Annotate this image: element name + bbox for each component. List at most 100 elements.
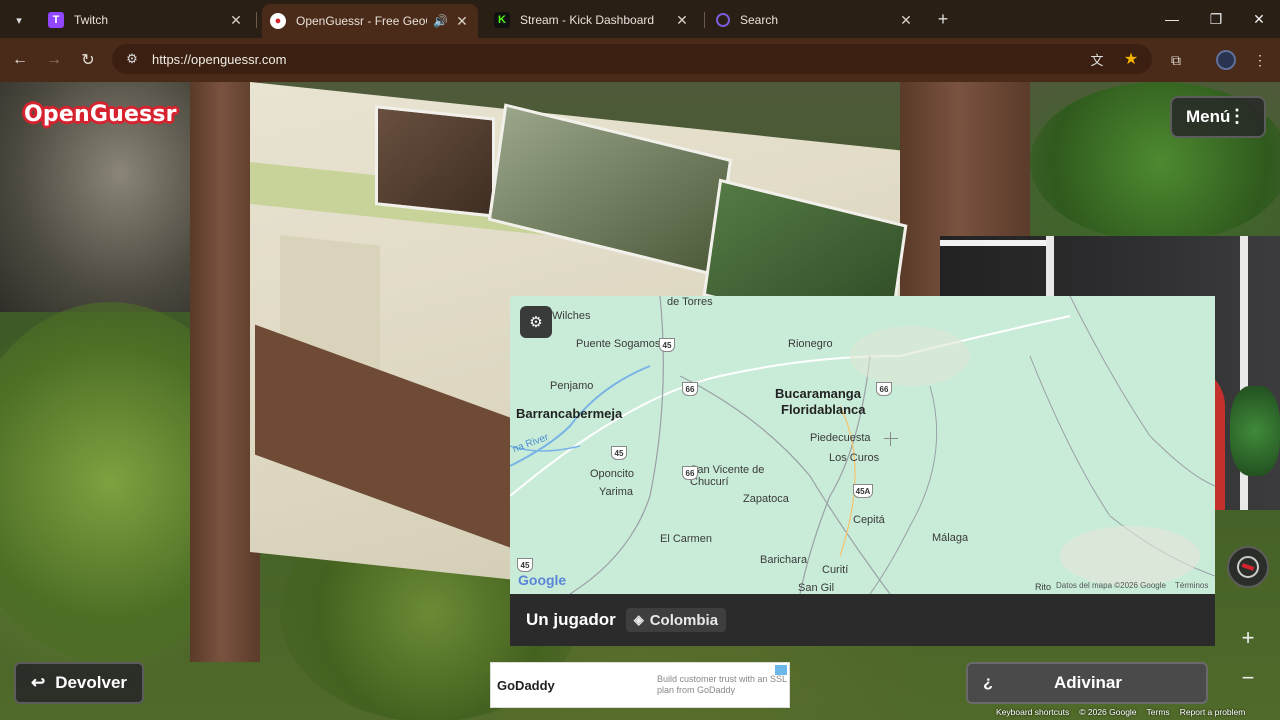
openguessr-logo[interactable]: OpenGuessr (24, 102, 177, 127)
close-tab-icon[interactable]: ✕ (228, 12, 244, 29)
return-arrow-icon: ↩ (30, 673, 46, 692)
map-label: Barichara (760, 554, 808, 566)
map-label: Wilches (552, 310, 591, 322)
back-icon[interactable]: ← (8, 48, 32, 72)
ad-brand: GoDaddy (497, 677, 555, 693)
kick-icon: K (494, 12, 510, 28)
report-problem-link[interactable]: Report a problem (1180, 707, 1246, 717)
country-label: Colombia (649, 611, 719, 629)
map-label: Barrancabermeja (516, 406, 623, 421)
map-crosshair-icon (884, 432, 898, 446)
board-photo (487, 103, 733, 277)
forward-icon[interactable]: → (42, 48, 66, 72)
tab-separator (256, 12, 257, 28)
keyboard-shortcuts-link[interactable]: Keyboard shortcuts (996, 707, 1069, 717)
map-label: Oponcito (590, 468, 635, 480)
street-view-panorama[interactable]: OpenGuessr Menú ⋮ de Torres Wilches Puen… (0, 82, 1280, 720)
tab-title: Stream - Kick Dashboard (520, 13, 655, 27)
menu-button[interactable]: Menú ⋮ (1170, 96, 1266, 138)
reload-icon[interactable]: ↻ (76, 48, 100, 72)
close-window-icon[interactable]: ✕ (1247, 8, 1271, 30)
map-label: Floridablanca (781, 402, 866, 417)
map-label: Penjamo (550, 380, 594, 392)
adchoices-icon[interactable] (775, 665, 787, 675)
ad-copy: Build customer trust with an SSL plan fr… (657, 674, 787, 695)
bookmark-star-icon[interactable]: ★ (1120, 48, 1142, 70)
highway-shield: 45 (659, 338, 675, 352)
minimize-icon[interactable]: — (1160, 8, 1184, 30)
advertisement[interactable]: GoDaddy Build customer trust with an SSL… (490, 662, 790, 708)
copyright-text: © 2026 Google (1079, 706, 1137, 717)
map-label: San Gil (798, 582, 835, 594)
highway-shield: 66 (682, 466, 698, 480)
shelf (940, 240, 1050, 246)
audio-playing-icon[interactable]: 🔊 (433, 14, 448, 28)
tab-title: Twitch (74, 13, 109, 27)
site-info-icon[interactable]: ⚙ (118, 51, 146, 67)
avatar[interactable] (1214, 48, 1238, 72)
map-label: Rito (1035, 582, 1052, 592)
map-label: Zapatoca (743, 493, 789, 505)
translate-icon[interactable]: 文 (1086, 48, 1108, 70)
map-label: Cepitá (853, 514, 885, 526)
close-tab-icon[interactable]: ✕ (674, 12, 690, 29)
map-label: Curití (822, 564, 849, 576)
tab-search-dropdown[interactable]: ▾ (8, 9, 30, 31)
browser-toolbar: ← → ↻ ⚙ https://openguessr.com 文 ★ ⧉ ⋮ (0, 38, 1280, 82)
map-label: Yarima (599, 486, 634, 498)
map-settings-icon[interactable]: ⚙ (520, 306, 552, 338)
map-label: de Torres (667, 296, 713, 308)
return-label: Devolver (55, 673, 128, 692)
game-mode-label: Un jugador (526, 610, 616, 629)
guess-button[interactable]: ¿ Adivinar (966, 662, 1208, 704)
map-label: Los Curos (829, 452, 880, 464)
more-vertical-icon: ⋮ (1228, 106, 1246, 126)
tab-strip: ▾ T Twitch ✕ ● OpenGuessr - Free GeoGue … (0, 0, 1280, 38)
tab-kick[interactable]: K Stream - Kick Dashboard ✕ (486, 6, 698, 34)
map-info-bar: Un jugador ◈ Colombia (510, 594, 1215, 646)
return-button[interactable]: ↩ Devolver (14, 662, 144, 704)
highway-shield: 45 (611, 446, 627, 460)
zoom-in-button[interactable]: + (1230, 622, 1266, 654)
map-label: El Carmen (660, 533, 712, 545)
google-logo: Google (518, 572, 567, 588)
map-terms-link[interactable]: Términos (1175, 581, 1208, 590)
compass-icon[interactable] (1227, 546, 1269, 588)
tab-title: Search (740, 13, 779, 27)
guess-prefix: ¿ (983, 674, 993, 691)
map-label: Piedecuesta (810, 432, 871, 444)
layers-icon: ◈ (633, 612, 644, 627)
map-label: Puente Sogamoso (576, 338, 667, 350)
tab-openguessr[interactable]: ● OpenGuessr - Free GeoGue 🔊 ✕ (262, 4, 478, 38)
restore-icon[interactable]: ❐ (1204, 8, 1228, 30)
board-photo (375, 105, 495, 218)
country-badge[interactable]: ◈ Colombia (625, 608, 727, 632)
map-label: Bucaramanga (775, 386, 861, 401)
google-footer: Keyboard shortcuts © 2026 Google Terms R… (996, 703, 1280, 720)
terms-link[interactable]: Terms (1147, 707, 1170, 717)
menu-label: Menú (1186, 107, 1231, 126)
address-bar[interactable]: ⚙ https://openguessr.com 文 ★ (112, 44, 1152, 74)
search-tab-icon (716, 13, 730, 27)
guess-map[interactable]: de Torres Wilches Puente Sogamoso Penjam… (510, 296, 1215, 594)
extensions-icon[interactable]: ⧉ (1164, 48, 1188, 72)
tab-title: OpenGuessr - Free GeoGue (296, 14, 427, 28)
openguessr-icon: ● (270, 13, 286, 29)
tab-twitch[interactable]: T Twitch ✕ (40, 6, 252, 34)
highway-shield: 66 (682, 382, 698, 396)
browser-menu-icon[interactable]: ⋮ (1248, 48, 1272, 72)
map-label: Rionegro (788, 338, 833, 350)
guess-label: Adivinar (1053, 673, 1123, 692)
tab-search[interactable]: Search ✕ (708, 6, 922, 34)
zoom-out-button[interactable]: − (1230, 662, 1266, 694)
close-tab-icon[interactable]: ✕ (898, 12, 914, 29)
plant (1230, 386, 1280, 476)
map-attribution: Datos del mapa ©2026 Google (1056, 581, 1166, 590)
highway-shield: 45A (853, 484, 873, 498)
map-label: Málaga (932, 532, 969, 544)
url-text[interactable]: https://openguessr.com (152, 52, 286, 67)
tab-separator (704, 12, 705, 28)
highway-shield: 45 (517, 558, 533, 572)
close-tab-icon[interactable]: ✕ (454, 13, 470, 30)
new-tab-button[interactable]: + (932, 8, 954, 30)
